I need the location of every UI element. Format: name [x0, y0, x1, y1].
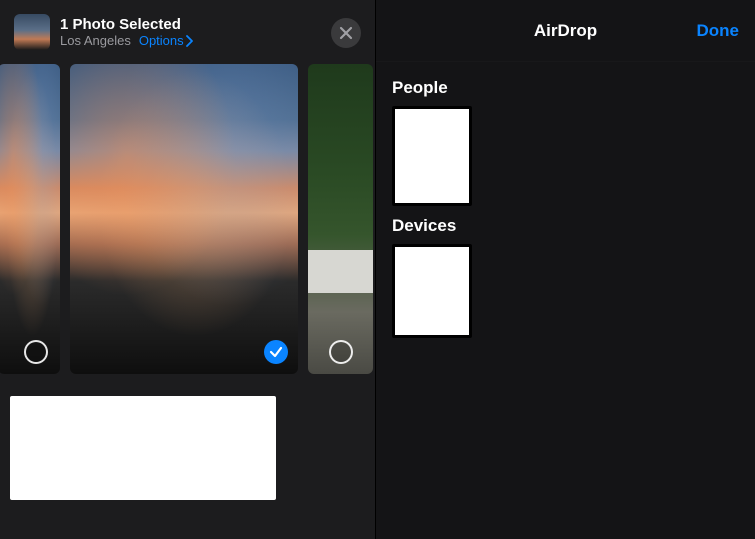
airdrop-person-placeholder[interactable]: [392, 106, 472, 206]
airdrop-title: AirDrop: [534, 21, 597, 41]
share-title: 1 Photo Selected: [60, 16, 194, 33]
airdrop-header: AirDrop Done: [376, 0, 755, 62]
photo-item[interactable]: [0, 64, 60, 374]
devices-section-label: Devices: [392, 216, 739, 236]
airdrop-device-placeholder[interactable]: [392, 244, 472, 338]
options-label: Options: [139, 33, 184, 48]
share-header: 1 Photo Selected Los Angeles Options: [0, 0, 375, 60]
selection-ring-unselected-icon[interactable]: [24, 340, 48, 364]
selection-checkmark-icon[interactable]: [264, 340, 288, 364]
people-section-label: People: [392, 78, 739, 98]
options-link[interactable]: Options: [139, 33, 194, 48]
selection-ring-unselected-icon[interactable]: [329, 340, 353, 364]
share-location: Los Angeles: [60, 33, 131, 48]
airdrop-body: People Devices: [376, 62, 755, 354]
airdrop-panel: AirDrop Done People Devices: [375, 0, 755, 539]
share-targets-row: [0, 396, 375, 500]
share-header-text: 1 Photo Selected Los Angeles Options: [60, 16, 194, 48]
close-icon: [339, 26, 353, 40]
close-button[interactable]: [331, 18, 361, 48]
share-sheet-panel: 1 Photo Selected Los Angeles Options: [0, 0, 375, 539]
photo-item[interactable]: [308, 64, 373, 374]
share-subtitle: Los Angeles Options: [60, 33, 194, 48]
share-target-placeholder[interactable]: [10, 396, 276, 500]
photo-item[interactable]: [70, 64, 298, 374]
photo-carousel[interactable]: [0, 64, 375, 374]
chevron-right-icon: [186, 35, 194, 47]
selected-photo-thumbnail[interactable]: [14, 14, 50, 50]
done-button[interactable]: Done: [697, 21, 740, 41]
